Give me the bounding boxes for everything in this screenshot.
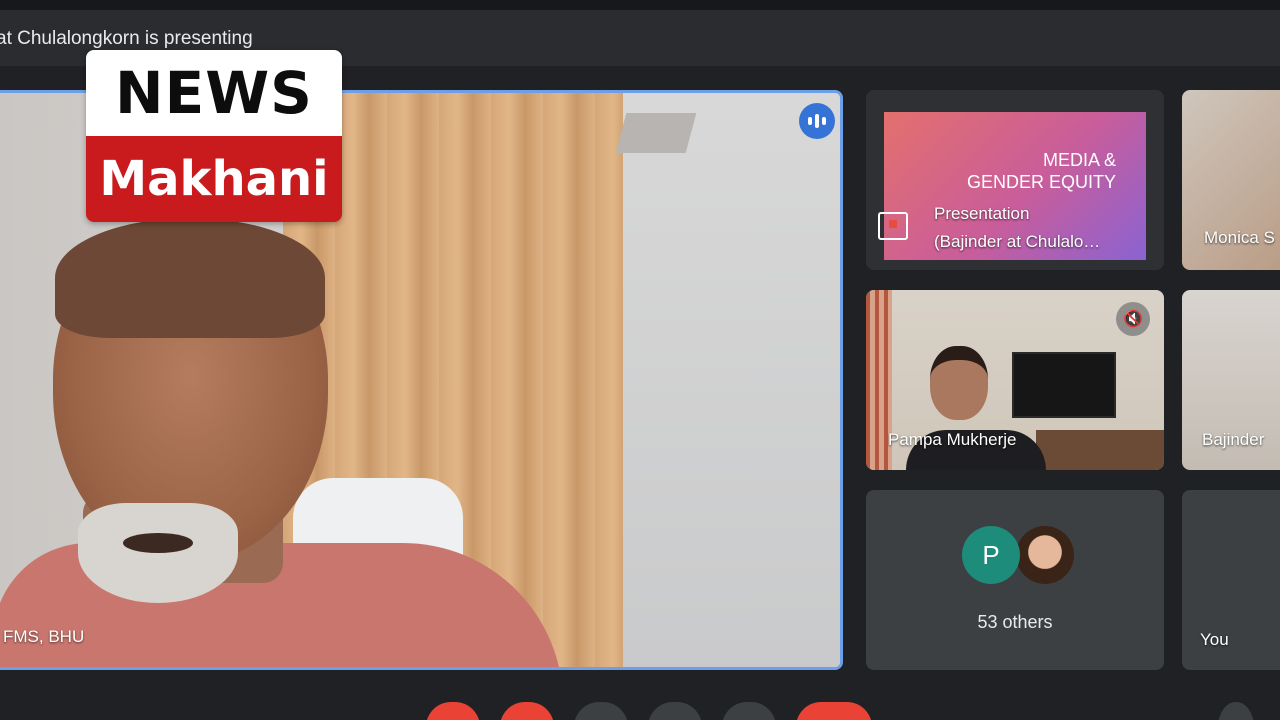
self-tile[interactable]: You [1182,490,1280,670]
info-button[interactable] [1218,702,1254,720]
participant-name: Bajinder [1202,430,1265,449]
avatar [1016,526,1074,584]
speaker-beard [78,503,238,603]
participant-name: Monica S [1204,228,1275,247]
call-controls-bar [0,682,1280,720]
present-screen-icon [878,212,908,240]
video-wall [623,93,840,667]
video-ac-unit [615,113,697,153]
presentation-owner-label: (Bajinder at Chulalo… [934,232,1101,251]
top-window-bar [0,0,1280,10]
news-makhani-logo: NEWS Makhani [86,50,342,222]
participant-tile-pampa[interactable]: 🔇 Pampa Mukherje [866,290,1164,470]
participant-name: Pampa Mukherje [888,430,1017,449]
avatar-initial: P [962,526,1020,584]
logo-bottom: Makhani [86,136,342,222]
self-label: You [1200,630,1229,649]
presentation-tile[interactable]: MEDIA & GENDER EQUITY Presentation (Baji… [866,90,1164,270]
others-tile[interactable]: P 53 others [866,490,1164,670]
participant-tile-bajinder[interactable]: Bajinder [1182,290,1280,470]
mic-off-icon: 🔇 [1116,302,1150,336]
logo-top: NEWS [86,50,342,136]
captions-button[interactable] [574,702,628,720]
speaker-mouth [123,533,193,553]
main-speaker-name: FMS, BHU [3,627,85,646]
slide-title-line2: GENDER EQUITY [966,172,1116,192]
speaker-hair [55,218,325,338]
mic-toggle-button[interactable] [426,702,480,720]
presentation-label: Presentation [934,204,1030,223]
slide-title-line1: MEDIA & [1042,150,1116,170]
end-call-button[interactable] [796,702,872,720]
participant-head [930,346,988,420]
more-options-button[interactable] [722,702,776,720]
speaking-indicator-icon [799,103,835,139]
video-cabinet [1036,430,1164,470]
video-tv [1012,352,1116,418]
logo-line2: Makhani [99,151,329,207]
present-button[interactable] [648,702,702,720]
participant-tile-monica[interactable]: Monica S [1182,90,1280,270]
presenting-text: at Chulalongkorn is presenting [0,28,253,49]
camera-toggle-button[interactable] [500,702,554,720]
logo-line1: NEWS [115,59,313,127]
others-count-label: 53 others [977,612,1053,632]
